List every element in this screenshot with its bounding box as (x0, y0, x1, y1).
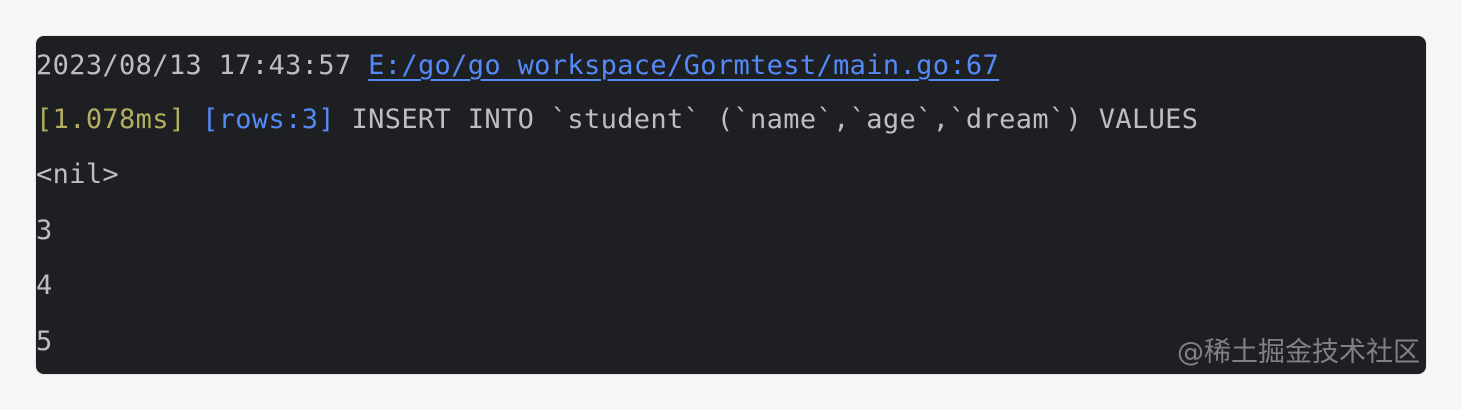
output-line-3: 3 (36, 215, 53, 246)
rows-affected: [rows:3] (202, 104, 335, 135)
query-duration: [1.078ms] (36, 104, 186, 135)
sql-statement: INSERT INTO `student` (`name`,`age`,`dre… (351, 104, 1199, 135)
output-line-5: 5 (36, 326, 53, 357)
watermark-text: @稀土掘金技术社区 (1177, 337, 1420, 368)
sql-log-line: [1.078ms] [rows:3] INSERT INTO `student`… (36, 102, 1198, 138)
output-line-nil: <nil> (36, 159, 120, 190)
console-output-panel[interactable]: 2023/08/13 17:43:57 E:/go/go_workspace/G… (36, 36, 1426, 374)
log-header-line: 2023/08/13 17:43:57 E:/go/go_workspace/G… (36, 48, 999, 84)
log-timestamp: 2023/08/13 17:43:57 (36, 50, 352, 81)
output-line-4: 4 (36, 270, 53, 301)
screenshot-page: 2023/08/13 17:43:57 E:/go/go_workspace/G… (0, 0, 1462, 410)
source-file-link[interactable]: E:/go/go_workspace/Gormtest/main.go:67 (368, 50, 999, 81)
